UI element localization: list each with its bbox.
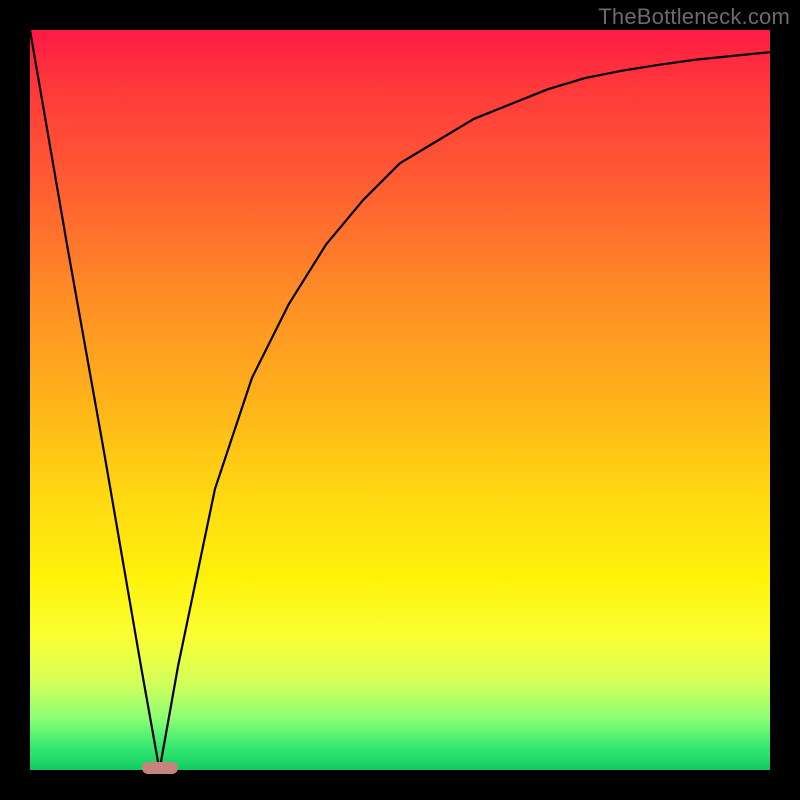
bottleneck-curve bbox=[30, 30, 770, 770]
plot-area bbox=[30, 30, 770, 770]
chart-frame: TheBottleneck.com bbox=[0, 0, 800, 800]
watermark-text: TheBottleneck.com bbox=[598, 4, 790, 30]
minimum-marker bbox=[142, 762, 178, 774]
